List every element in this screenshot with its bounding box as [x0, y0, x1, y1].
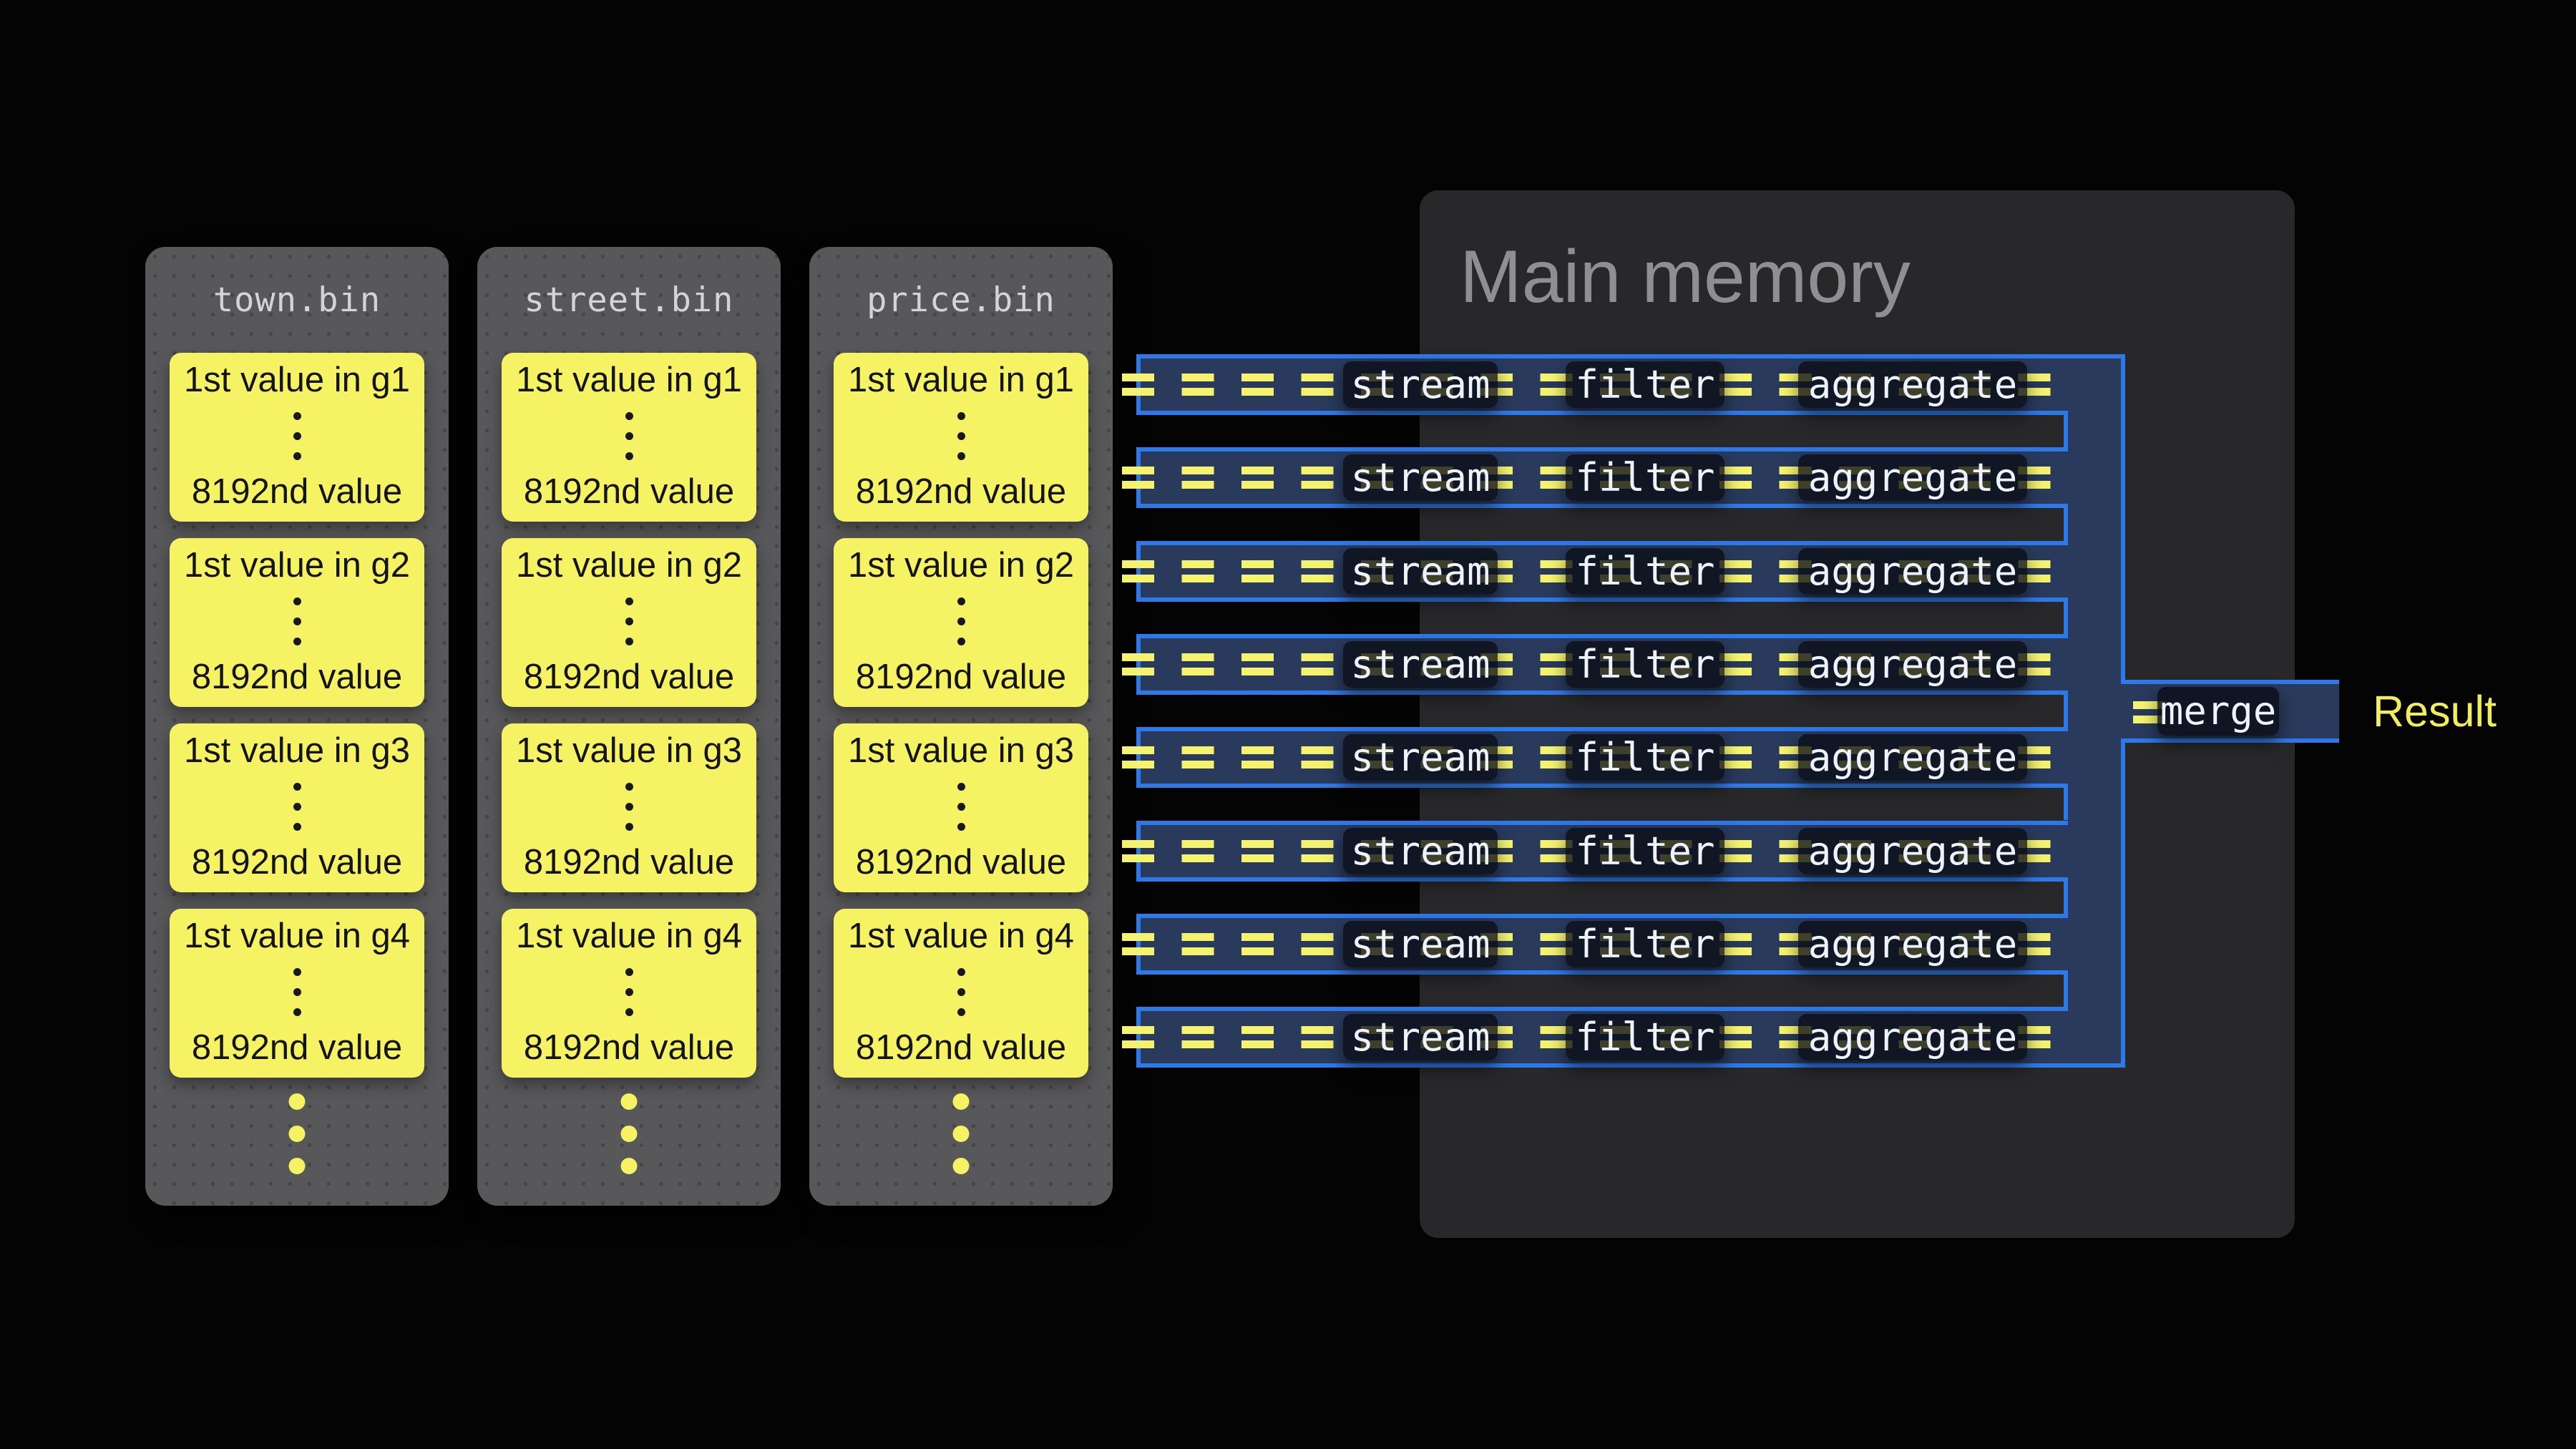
more-groups-ellipsis-icon	[289, 1093, 306, 1174]
stage-box-stream: stream	[1343, 921, 1498, 967]
group-last-value-label: 8192nd value	[856, 1028, 1066, 1068]
stage-box-stream: stream	[1343, 828, 1498, 874]
file-name-label: price.bin	[809, 247, 1113, 353]
pipeline-row-5: stream filter aggregate	[1136, 727, 2068, 788]
file-column-street-bin: street.bin1st value in g18192nd value1st…	[477, 247, 781, 1206]
stage-box-stream: stream	[1343, 548, 1498, 595]
stage-box-filter: filter	[1566, 454, 1724, 501]
stage-box-filter: filter	[1566, 361, 1724, 408]
group-last-value-label: 8192nd value	[524, 1028, 734, 1068]
stage-box-aggregate: aggregate	[1798, 361, 2027, 408]
vertical-ellipsis-icon	[293, 968, 301, 1016]
group-last-value-label: 8192nd value	[856, 472, 1066, 512]
pipeline-row-3: stream filter aggregate	[1136, 541, 2068, 602]
file-column-price-bin: price.bin1st value in g18192nd value1st …	[809, 247, 1113, 1206]
vertical-ellipsis-icon	[625, 783, 633, 831]
vertical-ellipsis-icon	[625, 597, 633, 645]
result-label: Result	[2373, 680, 2497, 743]
pipeline-row-8: stream filter aggregate	[1136, 1007, 2068, 1068]
group-first-value-label: 1st value in g2	[184, 545, 410, 585]
value-group-card-g4: 1st value in g4 8192nd value	[502, 909, 756, 1078]
value-group-card-g4: 1st value in g4 8192nd value	[834, 909, 1088, 1078]
vertical-ellipsis-icon	[957, 412, 965, 460]
group-first-value-label: 1st value in g4	[184, 916, 410, 956]
group-first-value-label: 1st value in g4	[848, 916, 1074, 956]
group-last-value-label: 8192nd value	[192, 842, 402, 882]
stage-box-stream: stream	[1343, 734, 1498, 781]
vertical-ellipsis-icon	[293, 412, 301, 460]
pipeline-row-6: stream filter aggregate	[1136, 821, 2068, 882]
stage-box-stream: stream	[1343, 641, 1498, 688]
group-last-value-label: 8192nd value	[524, 842, 734, 882]
stage-box-filter: filter	[1566, 641, 1724, 688]
vertical-ellipsis-icon	[957, 597, 965, 645]
value-group-card-g3: 1st value in g3 8192nd value	[502, 723, 756, 892]
group-first-value-label: 1st value in g2	[516, 545, 742, 585]
pipeline-row-2: stream filter aggregate	[1136, 447, 2068, 508]
group-first-value-label: 1st value in g1	[516, 360, 742, 400]
file-column-town-bin: town.bin1st value in g18192nd value1st v…	[145, 247, 449, 1206]
group-first-value-label: 1st value in g3	[184, 731, 410, 771]
group-first-value-label: 1st value in g4	[516, 916, 742, 956]
pipeline-row-4: stream filter aggregate	[1136, 634, 2068, 695]
vertical-ellipsis-icon	[957, 783, 965, 831]
more-groups-ellipsis-icon	[621, 1093, 638, 1174]
group-last-value-label: 8192nd value	[192, 1028, 402, 1068]
file-name-label: street.bin	[477, 247, 781, 353]
stage-box-filter: filter	[1566, 921, 1724, 967]
stage-box-aggregate: aggregate	[1798, 641, 2027, 688]
vertical-ellipsis-icon	[293, 783, 301, 831]
group-last-value-label: 8192nd value	[192, 657, 402, 697]
stage-box-aggregate: aggregate	[1798, 1014, 2027, 1060]
group-first-value-label: 1st value in g3	[848, 731, 1074, 771]
merge-stage-box: merge	[2157, 687, 2279, 736]
value-group-card-g4: 1st value in g4 8192nd value	[170, 909, 424, 1078]
stage-box-filter: filter	[1566, 828, 1724, 874]
stage-box-filter: filter	[1566, 734, 1724, 781]
stage-box-stream: stream	[1343, 454, 1498, 501]
pipeline-row-7: stream filter aggregate	[1136, 914, 2068, 975]
vertical-ellipsis-icon	[625, 968, 633, 1016]
value-group-card-g2: 1st value in g2 8192nd value	[502, 538, 756, 707]
value-group-card-g1: 1st value in g1 8192nd value	[170, 353, 424, 522]
stage-box-aggregate: aggregate	[1798, 548, 2027, 595]
group-last-value-label: 8192nd value	[856, 842, 1066, 882]
vertical-ellipsis-icon	[625, 412, 633, 460]
diagram-canvas: Main memory town.bin 1st value in g1 8192n…	[0, 0, 2576, 1449]
value-group-card-g2: 1st value in g2 8192nd value	[834, 538, 1088, 707]
group-last-value-label: 8192nd value	[524, 472, 734, 512]
more-groups-ellipsis-icon	[953, 1093, 970, 1174]
stage-box-aggregate: aggregate	[1798, 454, 2027, 501]
group-first-value-label: 1st value in g1	[848, 360, 1074, 400]
stage-box-aggregate: aggregate	[1798, 734, 2027, 781]
group-last-value-label: 8192nd value	[524, 657, 734, 697]
stage-box-aggregate: aggregate	[1798, 921, 2027, 967]
stage-box-aggregate: aggregate	[1798, 828, 2027, 874]
stage-box-filter: filter	[1566, 548, 1724, 595]
group-first-value-label: 1st value in g3	[516, 731, 742, 771]
vertical-ellipsis-icon	[293, 597, 301, 645]
merge-connector: merge	[2121, 680, 2339, 743]
group-last-value-label: 8192nd value	[856, 657, 1066, 697]
stage-box-stream: stream	[1343, 1014, 1498, 1060]
group-first-value-label: 1st value in g1	[184, 360, 410, 400]
group-last-value-label: 8192nd value	[192, 472, 402, 512]
vertical-ellipsis-icon	[957, 968, 965, 1016]
stage-box-stream: stream	[1343, 361, 1498, 408]
value-group-card-g3: 1st value in g3 8192nd value	[170, 723, 424, 892]
group-first-value-label: 1st value in g2	[848, 545, 1074, 585]
value-group-card-g3: 1st value in g3 8192nd value	[834, 723, 1088, 892]
value-group-card-g1: 1st value in g1 8192nd value	[834, 353, 1088, 522]
value-group-card-g1: 1st value in g1 8192nd value	[502, 353, 756, 522]
pipeline-spine	[2068, 354, 2125, 1068]
value-group-card-g2: 1st value in g2 8192nd value	[170, 538, 424, 707]
main-memory-title: Main memory	[1460, 235, 1911, 320]
stage-box-filter: filter	[1566, 1014, 1724, 1060]
file-name-label: town.bin	[145, 247, 449, 353]
pipeline-row-1: stream filter aggregate	[1136, 354, 2068, 415]
